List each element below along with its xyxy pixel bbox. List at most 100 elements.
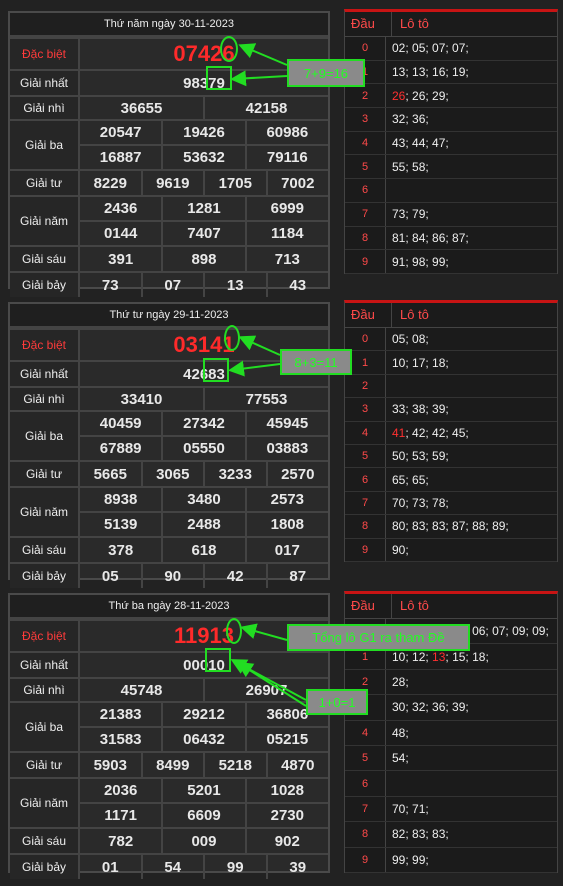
- loto-head-digit: 6: [345, 179, 386, 202]
- loto-head-digit: 0: [345, 37, 386, 60]
- loto-head-digit: 6: [345, 771, 386, 796]
- loto-head-digit: 4: [345, 720, 386, 745]
- prize-number: 42158: [203, 97, 328, 119]
- loto-numbers: [386, 771, 392, 795]
- prize-label: Giải bảy: [10, 564, 80, 588]
- loto-head-digit: 7: [345, 202, 386, 226]
- prize-number: 45945: [244, 412, 328, 435]
- prize-number: 1705: [203, 171, 266, 195]
- prize-number: 67889: [99, 440, 142, 457]
- prize-number: 60986: [244, 121, 328, 144]
- loto-head-digit: 7: [345, 491, 386, 515]
- prize-row: Giải năm 2436 1281 6999 0144 7407 1184: [10, 195, 328, 245]
- prize-number: 99: [203, 855, 266, 879]
- prize-number: 73: [101, 276, 119, 294]
- prize-row: Giải bảy 05 90 42 87: [10, 562, 328, 588]
- prize-row: Giải bảy 73 07 13 43: [10, 271, 328, 297]
- loto-row: 1 13; 13; 16; 19;: [345, 60, 557, 85]
- loto-rest: ; 42; 42; 45;: [405, 425, 469, 440]
- loto-rest: ; 26; 29;: [405, 88, 449, 103]
- loto-head-digit: 5: [345, 745, 386, 771]
- prize-number: 53632: [161, 146, 244, 169]
- prize-label: Đặc biệt: [10, 39, 80, 69]
- prize-number: 03883: [244, 437, 328, 460]
- prize-number: 06432: [161, 728, 244, 751]
- loto-highlight: 26: [392, 88, 406, 103]
- loto-numbers: 30; 32; 36; 39;: [392, 700, 469, 715]
- prize-row: Giải sáu 391 898 713: [10, 245, 328, 271]
- annotation-label: 8+3=11: [280, 349, 352, 375]
- highlight-circle: [220, 36, 238, 62]
- prize-number: 0144: [103, 225, 138, 242]
- prize-number: 2036: [103, 782, 138, 799]
- prize-label: Giải năm: [10, 779, 80, 827]
- annotation-label: 1+0=1: [306, 689, 368, 715]
- prize-number: 713: [244, 247, 328, 271]
- loto-numbers: 33; 38; 39;: [392, 402, 449, 417]
- prize-number: 8499: [140, 753, 204, 777]
- prize-label: Giải nhì: [10, 388, 80, 410]
- prize-number: 42: [203, 564, 266, 588]
- loto-row: 5 55; 58;: [345, 155, 557, 180]
- prize-number: 7002: [265, 171, 329, 195]
- loto-table-1: Đầu Lô tô 0 02; 05; 07; 07; 1 13; 13; 16; 19…: [344, 9, 558, 274]
- prize-number: 898: [161, 247, 244, 271]
- prize-label: Giải nhì: [10, 679, 80, 701]
- loto-numbers: 50; 53; 59;: [392, 449, 449, 464]
- prize-label: Đặc biệt: [10, 330, 80, 360]
- draw-date: Thứ tư ngày 29-11-2023: [10, 304, 328, 328]
- prize-number: 05550: [161, 437, 244, 460]
- loto-numbers: 05; 08;: [392, 332, 429, 347]
- loto-numbers: [386, 375, 392, 397]
- prize-number: 8938: [103, 491, 138, 508]
- loto-row: 7 73; 79;: [345, 202, 557, 227]
- loto-row: 4 43; 44; 47;: [345, 131, 557, 156]
- loto-numbers: 82; 83; 83;: [392, 827, 449, 842]
- loto-head-digit: 8: [345, 226, 386, 250]
- loto-row: 2 26; 26; 29;: [345, 84, 557, 109]
- prize-number: 19426: [161, 121, 244, 144]
- loto-head-digit: 9: [345, 250, 386, 273]
- loto-numbers: 48;: [392, 725, 409, 740]
- prize-label: Giải nhì: [10, 97, 80, 119]
- prize-number: 1808: [244, 513, 328, 536]
- loto-numbers: 65; 65;: [392, 472, 429, 487]
- loto-numbers: 55; 58;: [392, 159, 429, 174]
- prize-row: Giải sáu 782 009 902: [10, 827, 328, 853]
- highlight-box: [203, 358, 229, 382]
- loto-row: 6: [345, 771, 557, 797]
- prize-row: Giải tư 5665 3065 3233 2570: [10, 460, 328, 486]
- loto-head-digit: 2: [345, 84, 386, 108]
- loto-numbers: 43; 44; 47;: [392, 136, 449, 151]
- prize-number: 1184: [244, 222, 328, 245]
- loto-numbers: 80; 83; 83; 87; 88; 89;: [392, 519, 509, 534]
- loto-numbers: 70; 73; 78;: [392, 495, 449, 510]
- prize-number: 77553: [203, 388, 328, 410]
- prize-number: 39: [265, 855, 329, 879]
- prize-row: Giải nhì 33410 77553: [10, 386, 328, 410]
- prize-label: Giải sáu: [10, 829, 80, 853]
- highlight-circle: [224, 325, 240, 351]
- prize-label: Giải sáu: [10, 247, 80, 271]
- prize-number: 009: [161, 829, 244, 853]
- loto-numbers: 32; 36;: [392, 112, 429, 127]
- highlight-box: [206, 66, 232, 90]
- prize-label: Giải năm: [10, 488, 80, 536]
- loto-numbers: 10; 17; 18;: [392, 355, 449, 370]
- loto-numbers: [386, 179, 392, 202]
- prize-number: 20547: [99, 124, 142, 141]
- prize-number: 90: [140, 564, 204, 588]
- prize-number: 6999: [244, 197, 328, 220]
- loto-numbers: 41; 42; 42; 45;: [386, 422, 469, 444]
- prize-number: 00010: [183, 656, 225, 674]
- prize-number: 8229: [93, 174, 127, 192]
- loto-head-digit: 9: [345, 538, 386, 561]
- prize-number: 5903: [93, 756, 127, 774]
- prize-number: 54: [140, 855, 204, 879]
- result-table-1: Thứ năm ngày 30-11-2023 Đặc biệt 07426 Giả…: [8, 11, 330, 297]
- prize-label: Giải sáu: [10, 538, 80, 562]
- prize-number: 9619: [140, 171, 204, 195]
- prize-number: 378: [108, 541, 134, 559]
- loto-row: 330; 32; 36; 39;: [345, 695, 557, 721]
- prize-row: Đặc biệt 07426: [10, 37, 328, 69]
